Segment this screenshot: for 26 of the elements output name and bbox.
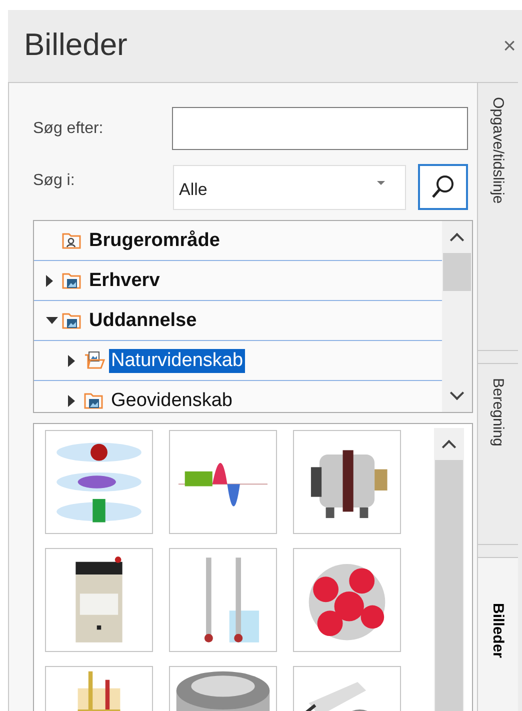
panel-title: Billeder [24,27,128,63]
search-icon [431,174,455,200]
scrollbar[interactable] [434,428,464,711]
picture-folder-icon [62,271,83,290]
open-folder-icon [84,351,105,370]
collapse-arrow[interactable] [46,317,58,324]
picture-folder-icon [84,391,105,410]
user-folder-icon [62,231,83,250]
tree-item[interactable]: Brugerområde [87,228,222,252]
tree-item[interactable]: Uddannelse [87,308,199,332]
side-tab[interactable]: Beregning [478,363,518,545]
search-field[interactable] [172,107,468,150]
expand-arrow[interactable] [68,394,75,406]
scrollbar[interactable] [442,221,472,412]
picture-folder-icon [62,311,83,330]
side-tab[interactable]: Billeder [478,557,518,711]
search-label: Søg efter: [33,120,104,138]
expand-arrow[interactable] [46,274,53,286]
close-button[interactable]: × [497,33,522,59]
search-button[interactable] [418,164,468,210]
tree-item[interactable]: Naturvidenskab [109,348,246,372]
expand-arrow[interactable] [68,354,75,366]
scope-label: Søg i: [33,172,76,190]
tree-item[interactable]: Erhverv [87,268,162,292]
tree-item[interactable]: Geovidenskab [109,388,234,412]
scope-dropdown[interactable]: Alle [173,164,406,210]
